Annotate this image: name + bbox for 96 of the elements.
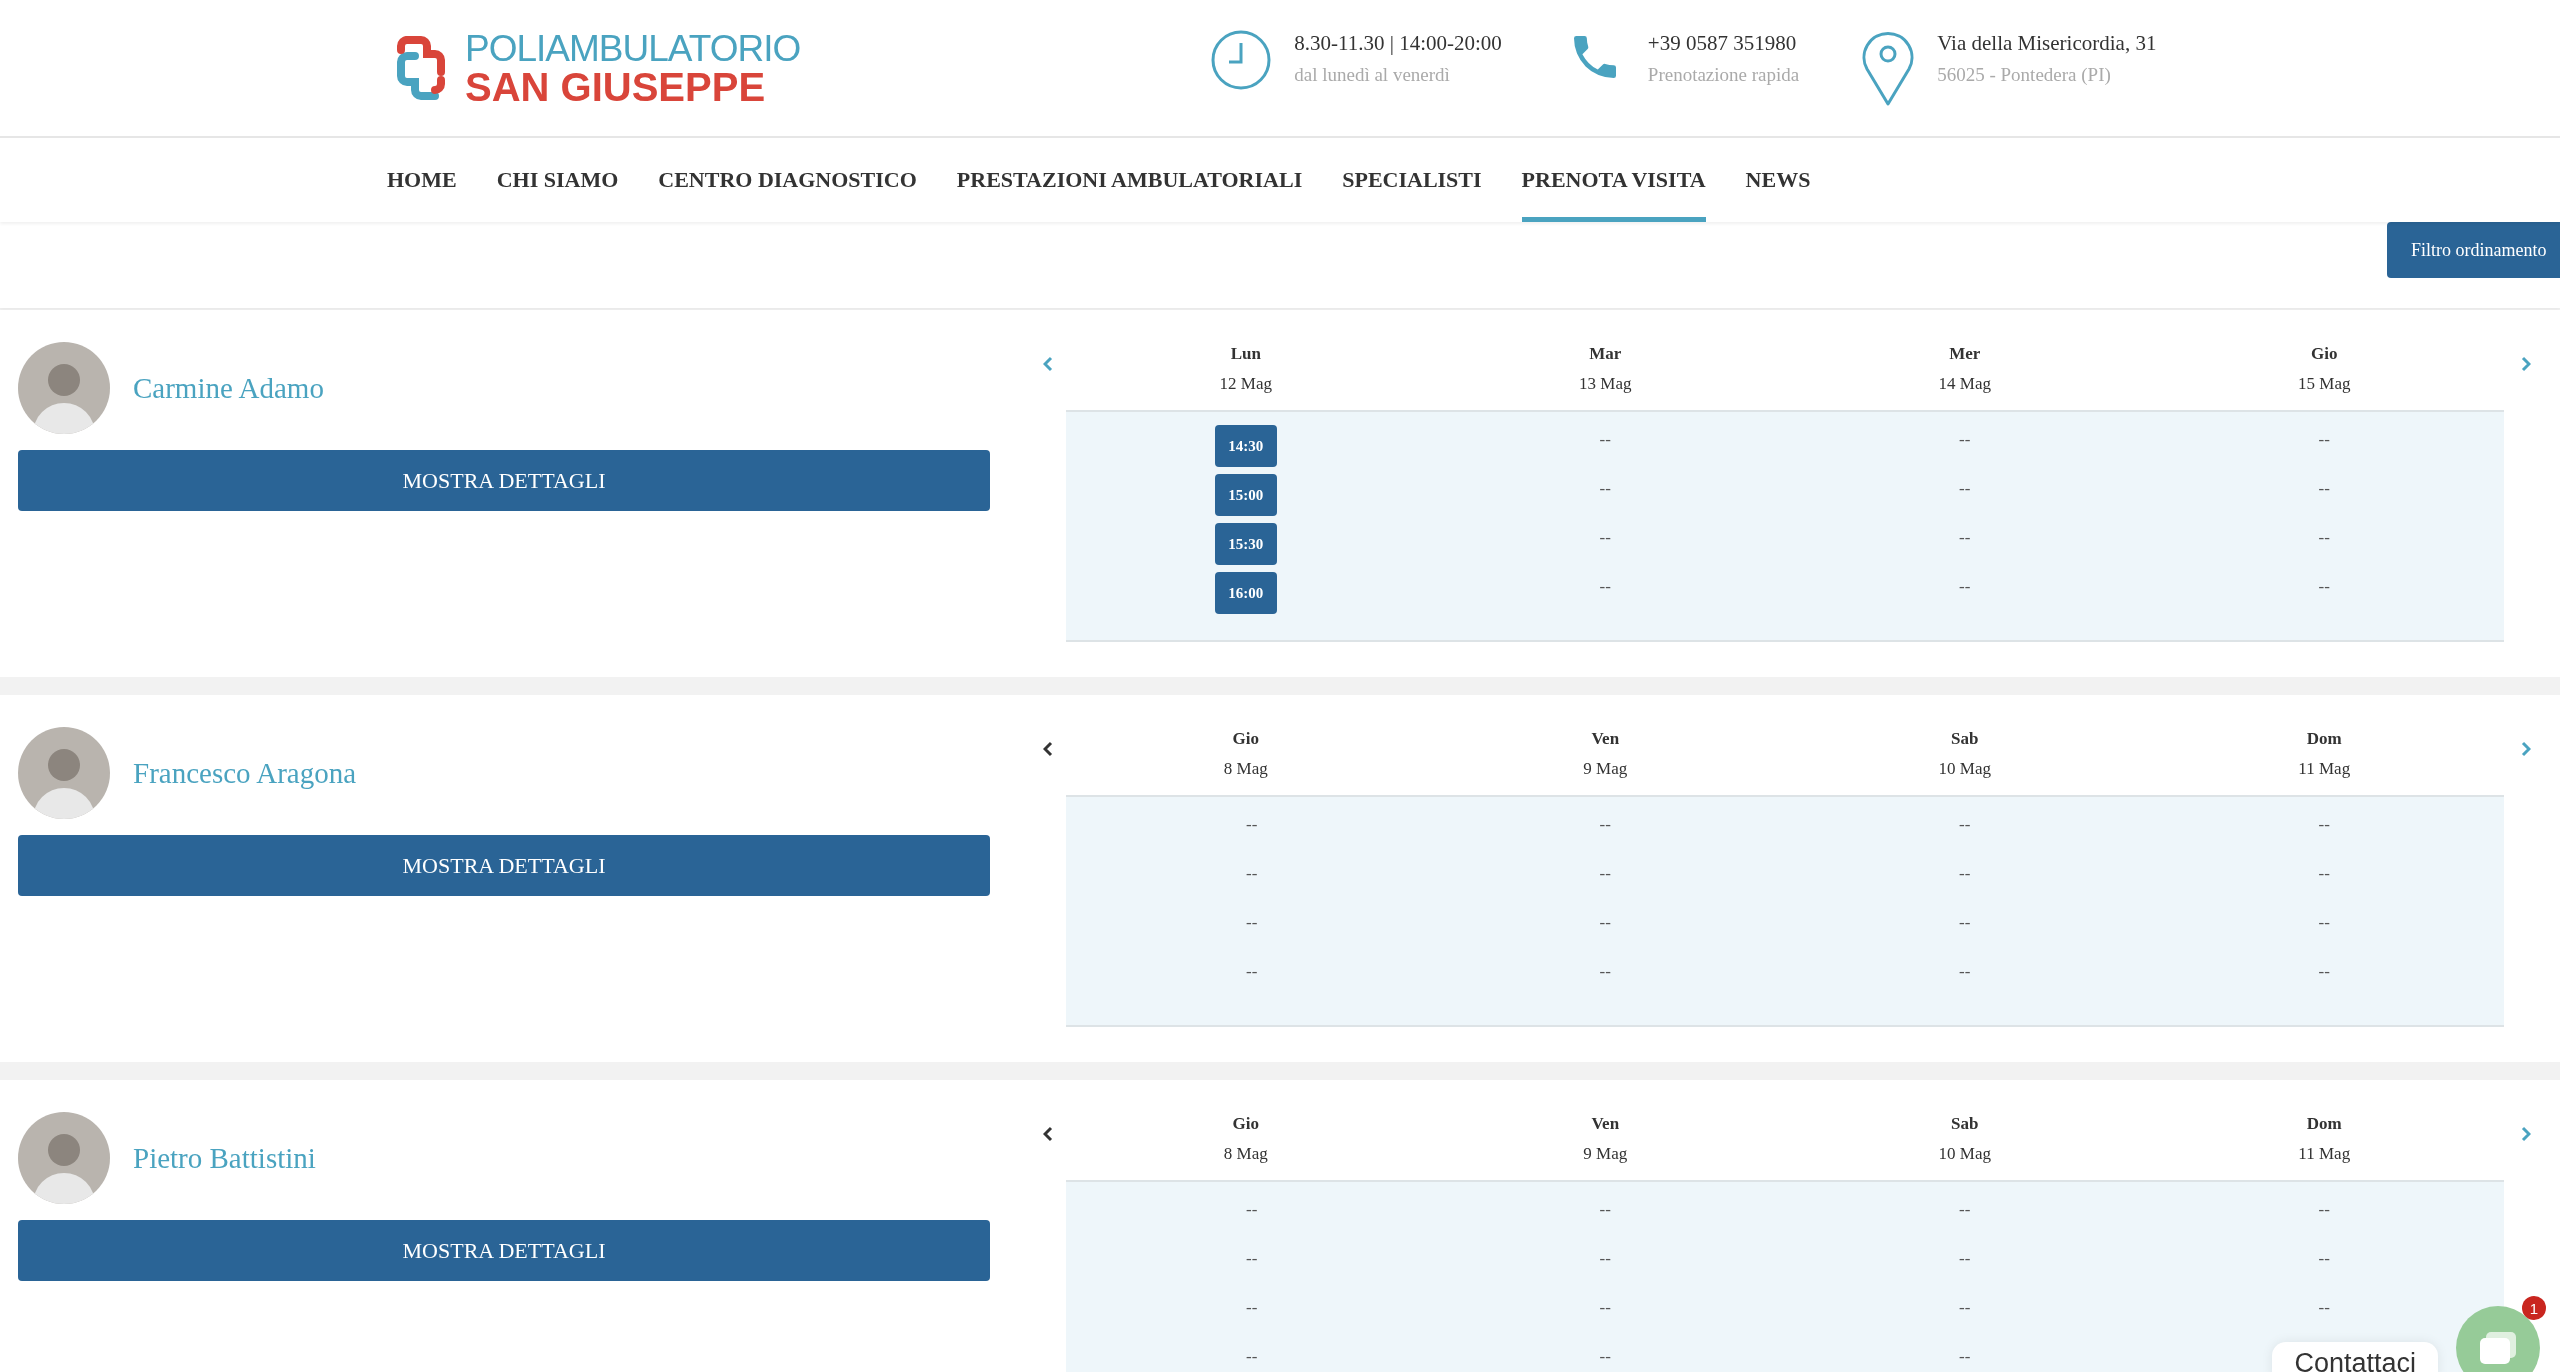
- info-subtitle: Prenotazione rapida: [1647, 64, 1800, 86]
- info-title: +39 0587 351980: [1647, 31, 1798, 56]
- no-slot-text: --: [1246, 962, 1258, 982]
- no-slot-text: --: [1959, 864, 1971, 884]
- date-label: 14 Mag: [1938, 374, 1991, 394]
- weekday-label: Dom: [2306, 729, 2342, 749]
- no-slot-text: --: [2318, 479, 2330, 499]
- no-slot-text: --: [1246, 1347, 1258, 1367]
- date-label: 15 Mag: [2298, 374, 2351, 394]
- no-slot-text: --: [2318, 913, 2330, 933]
- logo-subtitle: SAN GIUSEPPE: [465, 66, 767, 107]
- time-slot-button[interactable]: 16:00: [1214, 572, 1277, 614]
- nav-link[interactable]: NEWS: [1745, 138, 1811, 222]
- date-label: 13 Mag: [1579, 374, 1632, 394]
- no-slot-text: --: [1959, 577, 1971, 597]
- details-button[interactable]: MOSTRA DETTAGLI: [18, 450, 990, 511]
- no-slot-text: --: [1599, 430, 1611, 450]
- clock-icon: [1210, 29, 1273, 91]
- no-slot-text: --: [1959, 1298, 1971, 1318]
- no-slot-text: --: [1246, 1249, 1258, 1269]
- time-slot-button[interactable]: 15:00: [1214, 474, 1277, 516]
- weekday-label: Dom: [2306, 1114, 2342, 1134]
- location-pin-icon: [1861, 29, 1916, 107]
- no-slot-text: --: [1959, 1200, 1971, 1220]
- time-slot-button[interactable]: 14:30: [1214, 425, 1277, 467]
- details-button[interactable]: MOSTRA DETTAGLI: [18, 1220, 990, 1281]
- no-slot-text: --: [1959, 430, 1971, 450]
- no-slot-text: --: [2318, 1200, 2330, 1220]
- details-button[interactable]: MOSTRA DETTAGLI: [18, 835, 990, 896]
- nav-link[interactable]: CENTRO DIAGNOSTICO: [658, 138, 917, 222]
- no-slot-text: --: [1959, 962, 1971, 982]
- no-slot-text: --: [1246, 913, 1258, 933]
- nav-link[interactable]: CHI SIAMO: [496, 138, 619, 222]
- no-slot-text: --: [1959, 1249, 1971, 1269]
- weekday-label: Ven: [1591, 729, 1620, 749]
- date-label: 8 Mag: [1223, 759, 1268, 779]
- date-label: 11 Mag: [2298, 759, 2351, 779]
- date-label: 9 Mag: [1583, 759, 1628, 779]
- no-slot-text: --: [1599, 479, 1611, 499]
- no-slot-text: --: [1246, 864, 1258, 884]
- nav-link[interactable]: PRESTAZIONI AMBULATORIALI: [956, 138, 1303, 222]
- date-label: 12 Mag: [1219, 374, 1272, 394]
- info-subtitle: dal lunedì al venerdì: [1294, 64, 1451, 86]
- chevron-right-icon[interactable]: [2521, 356, 2531, 372]
- no-slot-text: --: [2318, 962, 2330, 982]
- no-slot-text: --: [1599, 577, 1611, 597]
- chevron-right-icon[interactable]: [2521, 1126, 2531, 1142]
- no-slot-text: --: [2318, 430, 2330, 450]
- no-slot-text: --: [1246, 1200, 1258, 1220]
- no-slot-text: --: [1959, 528, 1971, 548]
- no-slot-text: --: [1599, 1200, 1611, 1220]
- weekday-label: Sab: [1951, 1114, 1979, 1134]
- date-label: 10 Mag: [1938, 1144, 1991, 1164]
- no-slot-text: --: [1959, 1347, 1971, 1367]
- no-slot-text: --: [1599, 1298, 1611, 1318]
- no-slot-text: --: [1959, 913, 1971, 933]
- nav-link[interactable]: HOME: [387, 138, 457, 222]
- no-slot-text: --: [2318, 528, 2330, 548]
- weekday-label: Ven: [1591, 1114, 1620, 1134]
- weekday-label: Gio: [1232, 1114, 1259, 1134]
- no-slot-text: --: [1246, 1298, 1258, 1318]
- no-slot-text: --: [1599, 1249, 1611, 1269]
- no-slot-text: --: [1599, 962, 1611, 982]
- no-slot-text: --: [1599, 815, 1611, 835]
- chat-label[interactable]: Contattaci: [2272, 1341, 2438, 1372]
- weekday-label: Gio: [1232, 729, 1259, 749]
- chat-icon: [2478, 1330, 2518, 1366]
- no-slot-text: --: [1246, 815, 1258, 835]
- no-slot-text: --: [1959, 815, 1971, 835]
- no-slot-text: --: [1599, 913, 1611, 933]
- no-slot-text: --: [2318, 1249, 2330, 1269]
- weekday-label: Mar: [1589, 344, 1622, 364]
- no-slot-text: --: [1959, 479, 1971, 499]
- chevron-right-icon[interactable]: [2521, 741, 2531, 757]
- info-title: Via della Misericordia, 31: [1937, 31, 2157, 56]
- no-slot-text: --: [1599, 864, 1611, 884]
- info-title: 8.30-11.30 | 14:00-20:00: [1294, 31, 1502, 56]
- date-label: 8 Mag: [1223, 1144, 1268, 1164]
- nav-link[interactable]: SPECIALISTI: [1342, 138, 1482, 222]
- no-slot-text: --: [2318, 1298, 2330, 1318]
- weekday-label: Sab: [1951, 729, 1979, 749]
- no-slot-text: --: [2318, 864, 2330, 884]
- weekday-label: Gio: [2311, 344, 2338, 364]
- weekday-label: Mer: [1949, 344, 1981, 364]
- filter-button[interactable]: Filtro ordinamento: [2387, 222, 2560, 278]
- date-label: 11 Mag: [2298, 1144, 2351, 1164]
- no-slot-text: --: [1599, 1347, 1611, 1367]
- time-slot-button[interactable]: 15:30: [1214, 523, 1277, 565]
- no-slot-text: --: [2318, 815, 2330, 835]
- weekday-label: Lun: [1230, 344, 1261, 364]
- date-label: 10 Mag: [1938, 759, 1991, 779]
- logo-title: POLIAMBULATORIO: [465, 29, 801, 67]
- no-slot-text: --: [2318, 577, 2330, 597]
- date-label: 9 Mag: [1583, 1144, 1628, 1164]
- info-subtitle: 56025 - Pontedera (PI): [1937, 64, 2112, 86]
- no-slot-text: --: [1599, 528, 1611, 548]
